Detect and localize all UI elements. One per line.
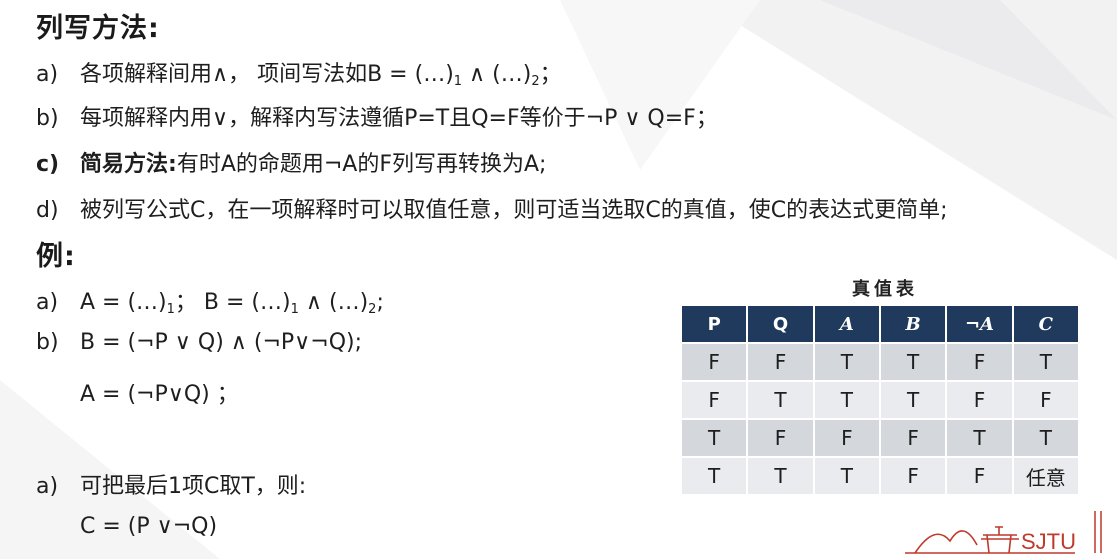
table-cell: F: [1011, 380, 1081, 420]
table-cell: T: [746, 456, 815, 496]
table-row: F F T T F T: [679, 342, 1081, 382]
table-cell: T: [1011, 342, 1081, 382]
table-cell: T: [679, 456, 749, 496]
table-cell: T: [679, 418, 749, 458]
item-marker: a): [36, 62, 59, 87]
table-cell: F: [945, 342, 1014, 382]
table-row: T T T F F 任意: [679, 456, 1081, 496]
item-marker: d): [36, 198, 59, 223]
header-a: A: [812, 304, 881, 344]
truth-table-header-row: P Q A B ¬A C: [679, 304, 1081, 344]
table-cell: T: [878, 380, 948, 420]
conclusion-item-a: a) 可把最后1项C取T，则:: [36, 474, 307, 499]
table-cell: F: [945, 456, 1014, 496]
table-cell: T: [945, 418, 1014, 458]
table-row: T F F F T T: [679, 418, 1081, 458]
table-row: F T T T F F: [679, 380, 1081, 420]
logo-text: SJTU: [1021, 529, 1076, 554]
table-cell: T: [812, 380, 881, 420]
table-cell: 任意: [1011, 456, 1081, 496]
table-cell: T: [746, 380, 815, 420]
simple-method-label: 简易方法:: [80, 152, 177, 177]
item-marker: b): [36, 106, 59, 131]
table-cell: T: [1011, 418, 1081, 458]
header-p: P: [679, 304, 749, 344]
header-c: C: [1011, 304, 1081, 344]
header-not-a: ¬A: [945, 304, 1014, 344]
table-cell: F: [679, 342, 749, 382]
example-item-a: a) A = (…)1； B = (…)1 ∧ (…)2;: [36, 290, 384, 317]
table-cell: T: [812, 456, 881, 496]
example-heading: 例:: [36, 241, 76, 272]
method-item-b: b) 每项解释内用∨，解释内写法遵循P=T且Q=F等价于¬P ∨ Q=F；: [36, 106, 718, 131]
sjtu-logo: SJTU: [905, 511, 1102, 554]
table-cell: F: [878, 418, 948, 458]
table-cell: F: [812, 418, 881, 458]
table-cell: F: [945, 380, 1014, 420]
method-heading: 列写方法:: [36, 13, 160, 44]
method-item-c: c) 简易方法:有时A的命题用¬A的F列写再转换为A;: [36, 152, 547, 177]
example-item-b: b) B = (¬P ∨ Q) ∧ (¬P∨¬Q);: [36, 330, 363, 355]
item-marker: b): [36, 330, 59, 355]
table-cell: F: [746, 342, 815, 382]
table-cell: T: [812, 342, 881, 382]
header-q: Q: [746, 304, 815, 344]
table-cell: F: [878, 456, 948, 496]
truth-table: P Q A B ¬A C F F T T F T F T T T F F T F…: [679, 304, 1081, 496]
table-cell: F: [746, 418, 815, 458]
conclusion-formula: C = (P ∨¬Q): [80, 514, 218, 539]
table-cell: T: [878, 342, 948, 382]
method-item-d: d) 被列写公式C，在一项解释时可以取值任意，则可适当选取C的真值，使C的表达式更…: [36, 198, 948, 223]
item-marker: c): [36, 152, 60, 177]
item-marker: a): [36, 474, 59, 499]
table-cell: F: [679, 380, 749, 420]
truth-table-caption: 真值表: [852, 279, 918, 300]
example-item-b-cont: A = (¬P∨Q) ；: [80, 382, 239, 407]
method-item-a: a) 各项解释间用∧， 项间写法如B = (…)1 ∧ (…)2；: [36, 62, 562, 89]
item-marker: a): [36, 290, 59, 315]
header-b: B: [878, 304, 948, 344]
